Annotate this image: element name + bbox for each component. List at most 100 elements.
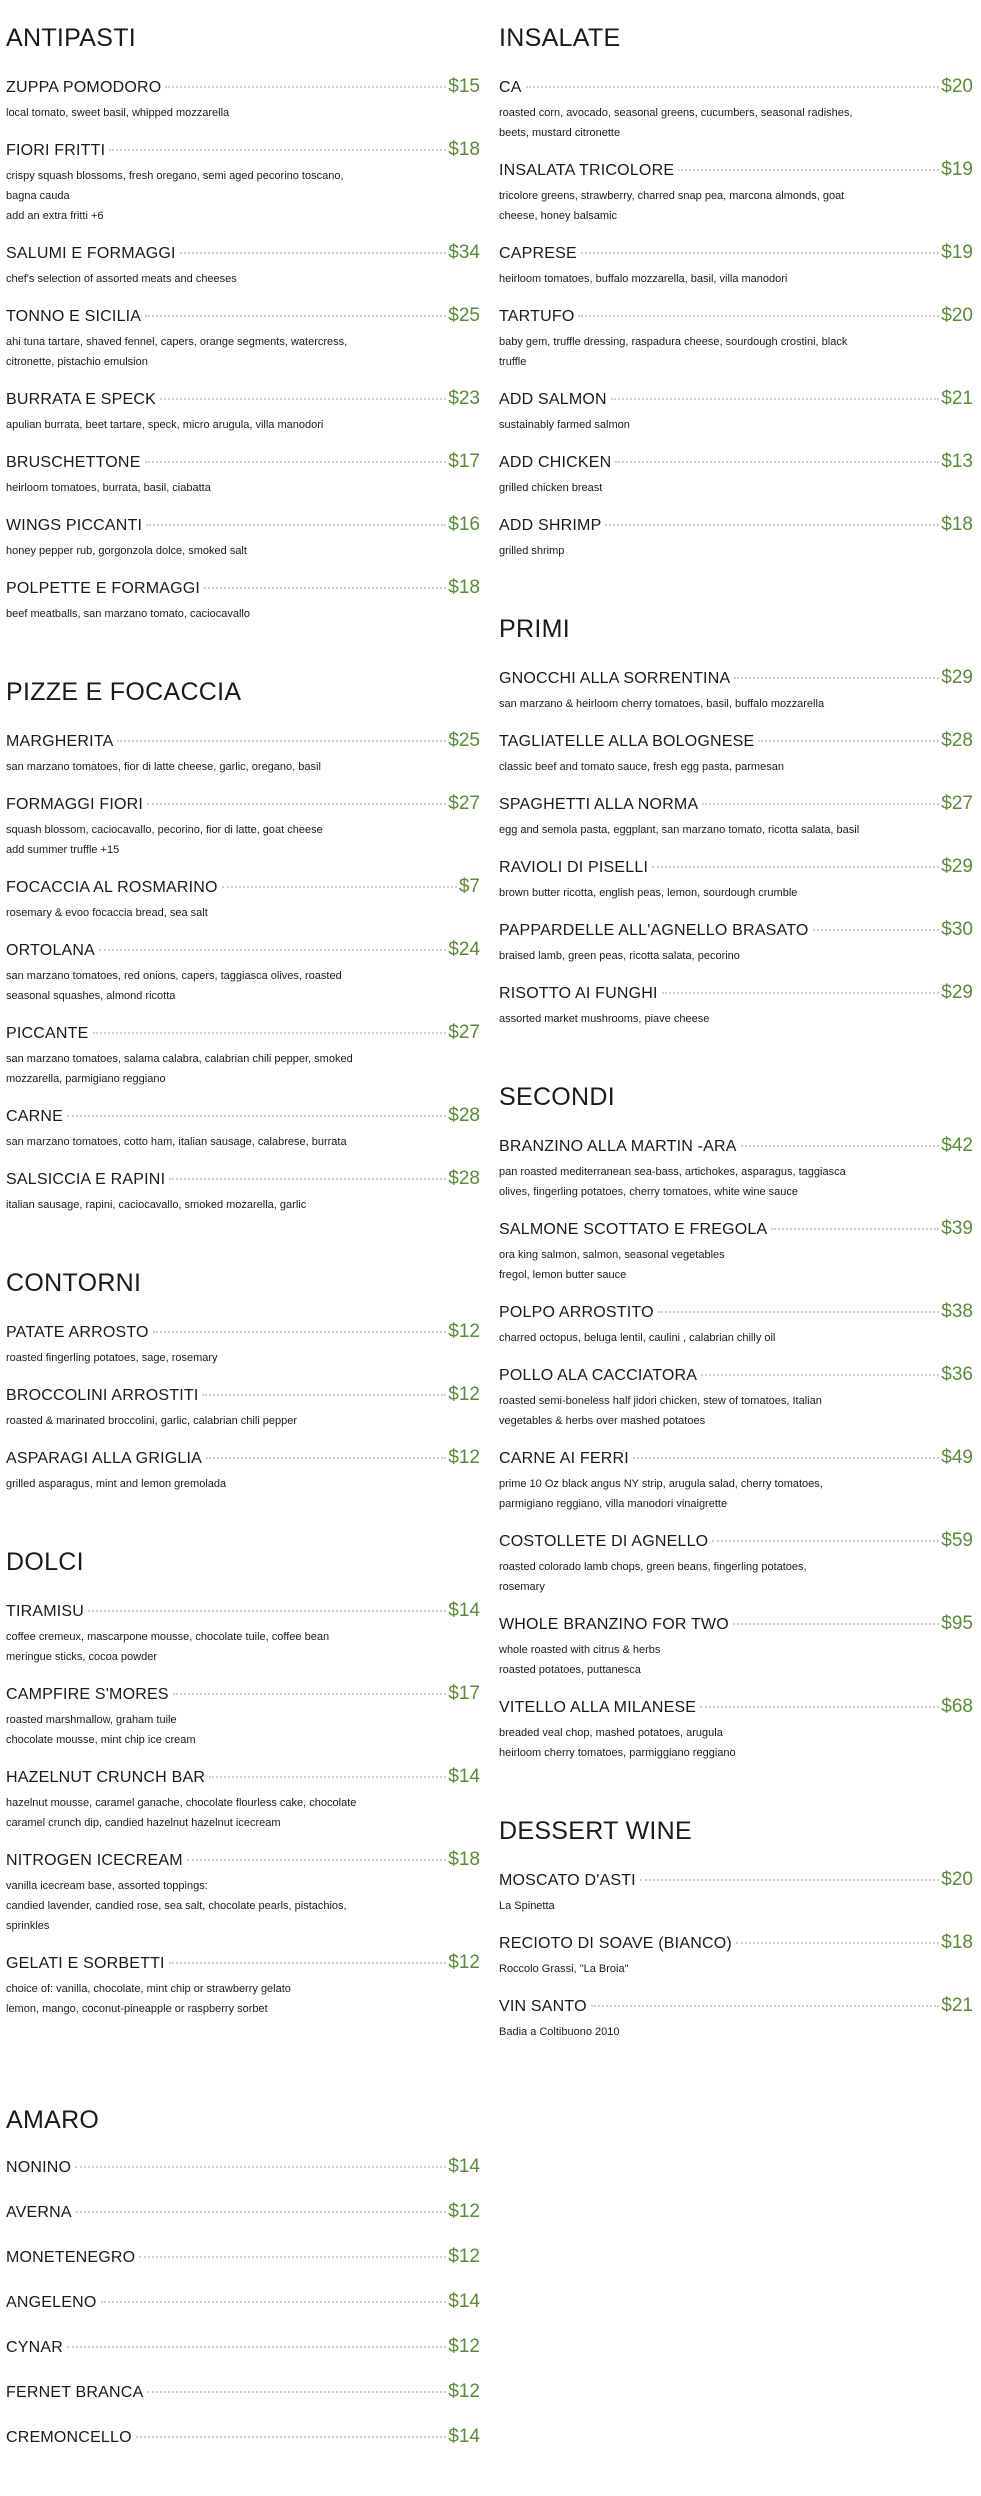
menu-item-price: $38 — [941, 1301, 973, 1322]
dot-leader — [139, 2256, 447, 2258]
dot-leader — [160, 398, 447, 400]
menu-item-header: GELATI E SORBETTI $12 — [6, 1952, 480, 1975]
item-list: MARGHERITA $25 san marzano tomatoes, fior … — [6, 730, 480, 1215]
dot-leader — [702, 803, 940, 805]
menu-item-name: ADD CHICKEN — [499, 454, 612, 471]
menu-item-price: $25 — [448, 305, 480, 326]
menu-item-header: PICCANTE $27 — [6, 1022, 480, 1045]
menu-item: NITROGEN ICECREAM $18 vanilla icecream bas… — [6, 1849, 480, 1936]
menu-item-description: prime 10 Oz black angus NY strip, arugul… — [499, 1478, 823, 1510]
dot-leader — [147, 2391, 447, 2393]
menu-item: FERNET BRANCA $12 — [6, 2381, 480, 2404]
menu-item-header: RECIOTO DI SOAVE (BIANCO) $18 — [499, 1932, 973, 1955]
menu-item-name: BURRATA E SPECK — [6, 391, 156, 408]
item-list: TIRAMISU $14 coffee cremeux, mascarpone mo… — [6, 1600, 480, 2019]
menu-item: WINGS PICCANTI $16 honey pepper rub, gorgo… — [6, 514, 480, 561]
menu-item-price: $30 — [941, 919, 973, 940]
menu-item-header: BURRATA E SPECK $23 — [6, 388, 480, 411]
menu-item-price: $39 — [941, 1218, 973, 1239]
dot-leader — [771, 1228, 940, 1230]
menu-item-description: grilled chicken breast — [499, 482, 603, 494]
menu-item-description: local tomato, sweet basil, whipped mozza… — [6, 107, 230, 119]
menu-item-header: CARNE $28 — [6, 1105, 480, 1128]
menu-item-description: san marzano tomatoes, red onions, capers… — [6, 970, 342, 1002]
menu-item: CARNE $28 san marzano tomatoes, cotto ham,… — [6, 1105, 480, 1152]
menu-item: BRANZINO ALLA MARTIN -ARA $42 pan roasted … — [499, 1135, 973, 1202]
menu-item-description: honey pepper rub, gorgonzola dolce, smok… — [6, 545, 247, 557]
menu-item-name: AVERNA — [6, 2204, 72, 2221]
menu-item-description: san marzano tomatoes, cotto ham, italian… — [6, 1136, 347, 1148]
menu-item-name: TONNO E SICILIA — [6, 308, 142, 325]
menu-item-description: heirloom tomatoes, burrata, basil, ciaba… — [6, 482, 211, 494]
menu-item-name: ZUPPA POMODORO — [6, 79, 162, 96]
menu-item-price: $12 — [448, 2246, 480, 2267]
menu-item-name: CAMPFIRE S'MORES — [6, 1686, 169, 1703]
menu-item-header: CREMONCELLO $14 — [6, 2426, 480, 2449]
menu-item-header: AVERNA $12 — [6, 2201, 480, 2224]
dot-leader — [169, 1178, 447, 1180]
menu-item-name: CYNAR — [6, 2339, 64, 2356]
menu-item-header: RAVIOLI DI PISELLI $29 — [499, 856, 973, 879]
menu-item: INSALATA TRICOLORE $19 tricolore greens, s… — [499, 159, 973, 226]
menu-item-name: PAPPARDELLE ALL'AGNELLO BRASATO — [499, 922, 809, 939]
dot-leader — [209, 1776, 447, 1778]
menu-item-price: $20 — [941, 1869, 973, 1890]
section-secondi: SECONDI BRANZINO ALLA MARTIN -ARA $42 pan r… — [499, 1081, 973, 1763]
menu-item-header: MOSCATO D'ASTI $20 — [499, 1869, 973, 1892]
menu-item-description: roasted corn, avocado, seasonal greens, … — [499, 107, 853, 139]
menu-item-price: $15 — [448, 76, 480, 97]
menu-item-description: ora king salmon, salmon, seasonal vegeta… — [499, 1249, 725, 1281]
menu-item: RECIOTO DI SOAVE (BIANCO) $18 Roccolo Gras… — [499, 1932, 973, 1979]
menu-item-description: baby gem, truffle dressing, raspadura ch… — [499, 336, 848, 368]
menu-item-name: PICCANTE — [6, 1025, 89, 1042]
menu-item-header: RISOTTO AI FUNGHI $29 — [499, 982, 973, 1005]
menu-item-price: $7 — [458, 876, 480, 897]
menu-item-name: TIRAMISU — [6, 1603, 85, 1620]
menu-item-header: POLPO ARROSTITO $38 — [499, 1301, 973, 1324]
menu-item-name: ADD SHRIMP — [499, 517, 602, 534]
menu-item-header: CYNAR $12 — [6, 2336, 480, 2359]
amaro-column: AMARO NONINO $14 AVERNA $12 MONETENEGRO $12 ANG… — [6, 2104, 480, 2449]
menu-item-price: $17 — [448, 1683, 480, 1704]
dot-leader — [221, 886, 457, 888]
menu-item-name: RISOTTO AI FUNGHI — [499, 985, 658, 1002]
dot-leader — [100, 2301, 447, 2303]
menu-item-header: GNOCCHI ALLA SORRENTINA $29 — [499, 667, 973, 690]
menu-item-price: $28 — [941, 730, 973, 751]
menu-item-name: COSTOLLETE DI AGNELLO — [499, 1533, 709, 1550]
menu-item-price: $25 — [448, 730, 480, 751]
menu-right-column: INSALATE CA $20 roasted corn, avocado, seas… — [499, 0, 973, 2042]
menu-item-name: POLLO ALA CACCIATORA — [499, 1367, 698, 1384]
dot-leader — [812, 929, 940, 931]
menu-item-price: $12 — [448, 2336, 480, 2357]
menu-item-description: roasted fingerling potatoes, sage, rosem… — [6, 1352, 218, 1364]
menu-item-description: charred octopus, beluga lentil, caulini … — [499, 1332, 776, 1344]
section-title: DESSERT WINE — [499, 1817, 692, 1845]
menu-item-name: CREMONCELLO — [6, 2429, 132, 2446]
menu-item-name: GELATI E SORBETTI — [6, 1955, 165, 1972]
menu-item-name: ASPARAGI ALLA GRIGLIA — [6, 1450, 202, 1467]
dot-leader — [605, 524, 940, 526]
dot-leader — [135, 2436, 447, 2438]
menu-item-name: ANGELENO — [6, 2294, 97, 2311]
menu-item-name: FOCACCIA AL ROSMARINO — [6, 879, 218, 896]
menu-item-header: WINGS PICCANTI $16 — [6, 514, 480, 537]
menu-item-price: $18 — [448, 577, 480, 598]
menu-item-price: $19 — [941, 242, 973, 263]
menu-item-name: RAVIOLI DI PISELLI — [499, 859, 649, 876]
menu-item: HAZELNUT CRUNCH BAR $14 hazelnut mousse, c… — [6, 1766, 480, 1833]
menu-item-description: choice of: vanilla, chocolate, mint chip… — [6, 1983, 291, 2015]
menu-item: TARTUFO $20 baby gem, truffle dressing, ra… — [499, 305, 973, 372]
section-title: DOLCI — [6, 1548, 84, 1576]
menu-item: RISOTTO AI FUNGHI $29 assorted market mush… — [499, 982, 973, 1029]
menu-item-header: INSALATA TRICOLORE $19 — [499, 159, 973, 182]
menu-item-price: $49 — [941, 1447, 973, 1468]
menu-item-price: $27 — [941, 793, 973, 814]
item-list: ZUPPA POMODORO $15 local tomato, sweet bas… — [6, 76, 480, 624]
dot-leader — [735, 1942, 940, 1944]
menu-item: GNOCCHI ALLA SORRENTINA $29 san marzano & … — [499, 667, 973, 714]
menu-item-name: HAZELNUT CRUNCH BAR — [6, 1769, 206, 1786]
dot-leader — [202, 1394, 447, 1396]
menu-item-name: SPAGHETTI ALLA NORMA — [499, 796, 699, 813]
menu-item-name: BRUSCHETTONE — [6, 454, 141, 471]
